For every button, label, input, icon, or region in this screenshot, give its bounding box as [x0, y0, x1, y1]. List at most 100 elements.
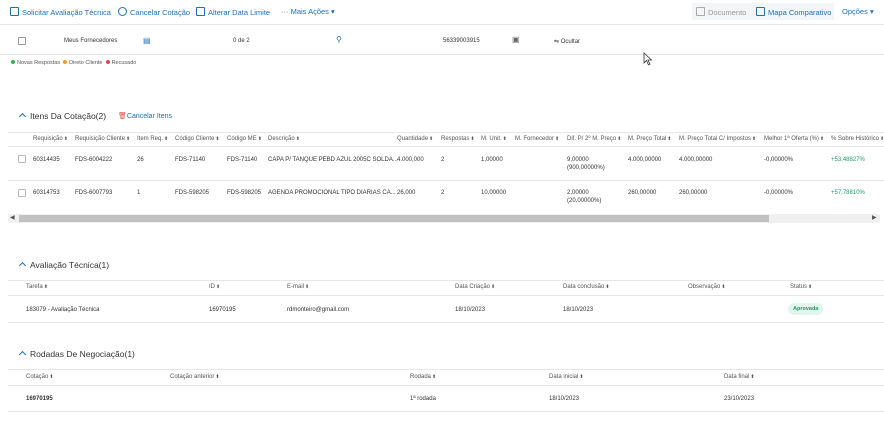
- col-cotacao[interactable]: Cotação⬍: [26, 374, 54, 380]
- descricao: AGENDA PROMOCIONAL TIPO DIARIAS CA...: [268, 190, 396, 196]
- m-preco-total-impostos: 260,00000: [679, 190, 708, 196]
- dif-preco-pct: (20,00000%): [567, 198, 602, 204]
- data-criacao: 18/10/2023: [455, 307, 486, 313]
- col-observacao[interactable]: Observação⬍: [688, 284, 726, 290]
- item-req: 1: [137, 190, 141, 196]
- mouse-cursor-icon: [643, 52, 653, 66]
- m-preco-total: 260,00000: [628, 190, 657, 196]
- recusado-dot-icon: [105, 60, 110, 64]
- row-checkbox[interactable]: [18, 189, 26, 199]
- requisicao-cliente-link[interactable]: FDS-6004222: [75, 157, 112, 163]
- col-dif-preco[interactable]: Dif. P/ 2º M. Preço⬍: [567, 136, 621, 142]
- scroll-right-icon[interactable]: ▶: [872, 214, 877, 221]
- col-descricao[interactable]: Descrição⬍: [268, 136, 300, 142]
- caret-down-icon: ▾: [867, 7, 874, 16]
- caret-down-icon: ▾: [328, 7, 335, 16]
- divider: [8, 385, 884, 386]
- row-checkbox[interactable]: [18, 155, 26, 165]
- table-row[interactable]: [8, 181, 884, 211]
- codigo-me: FDS-71140: [227, 157, 258, 163]
- hide-icon: ⇋: [554, 39, 561, 45]
- requisicao-cliente-link[interactable]: FDS-6007793: [75, 190, 112, 196]
- email: rdmonteiro@gmail.com: [287, 307, 350, 313]
- col-data-final[interactable]: Data final⬍: [724, 374, 755, 380]
- map-icon: [756, 7, 765, 16]
- alterar-data-button[interactable]: Alterar Data Limite: [196, 7, 270, 17]
- col-m-unit[interactable]: M. Unit.⬍: [481, 136, 507, 142]
- col-tarefa[interactable]: Tarefa⬍: [26, 284, 48, 290]
- cotacao-number: 16970195: [26, 396, 53, 402]
- table-row[interactable]: [8, 147, 884, 179]
- codigo-cliente: FDS-71140: [175, 157, 206, 163]
- col-requisicao[interactable]: Requisição⬍: [33, 136, 68, 142]
- quantidade: 4.000,000: [397, 157, 424, 163]
- trash-icon: 🗑: [118, 113, 127, 120]
- itens-section-title[interactable]: Itens Da Cotação(2): [18, 111, 106, 121]
- dif-preco-pct: (900,00000%): [567, 165, 605, 171]
- avaliacao-id: 16970195: [209, 307, 236, 313]
- image-icon[interactable]: ▣: [512, 35, 520, 44]
- ocultar-link[interactable]: ⇋ Ocultar: [554, 38, 580, 45]
- mapa-comparativo-button[interactable]: Mapa Comparativo: [756, 7, 831, 17]
- calendar-icon: [196, 7, 205, 16]
- divider: [0, 54, 884, 55]
- col-rodada[interactable]: Rodada⬍: [410, 374, 436, 380]
- opcoes-button[interactable]: Opções ▾: [842, 7, 874, 16]
- document-icon: [696, 7, 705, 16]
- cancelar-itens-button[interactable]: 🗑Cancelar Itens: [118, 112, 172, 120]
- col-data-criacao[interactable]: Data Criação⬍: [455, 284, 495, 290]
- col-id[interactable]: ID⬍: [209, 284, 220, 290]
- rodadas-section-title[interactable]: Rodadas De Negociação(1): [18, 349, 135, 359]
- m-unit: 1,00000: [481, 157, 503, 163]
- chevron-up-icon: [18, 350, 27, 359]
- col-codigo-cliente[interactable]: Código Cliente⬍: [175, 136, 220, 142]
- col-codigo-me[interactable]: Código ME⬍: [227, 136, 262, 142]
- col-sobre-historico[interactable]: % Sobre Histórico⬍: [831, 136, 884, 142]
- requisicao-link[interactable]: 60314753: [33, 190, 60, 196]
- m-preco-total: 4.000,00000: [628, 157, 662, 163]
- cancelar-cotacao-button[interactable]: Cancelar Cotação: [118, 7, 190, 17]
- toolbar: Solicitar Avaliação Técnica Cancelar Cot…: [0, 0, 884, 25]
- col-data-inicial[interactable]: Data inicial⬍: [549, 374, 584, 380]
- rodada: 1ª rodada: [410, 396, 436, 402]
- novas-dot-icon: [11, 60, 15, 64]
- data-inicial: 18/10/2023: [549, 396, 580, 402]
- melhor-oferta: -0,00000%: [764, 190, 794, 196]
- col-m-preco-total-impostos[interactable]: M. Preço Total C/ Impostos⬍: [679, 136, 756, 142]
- divider: [8, 322, 884, 323]
- avaliacao-section-title[interactable]: Avaliação Técnica(1): [18, 260, 109, 270]
- col-cotacao-anterior[interactable]: Cotação anterior⬍: [170, 374, 220, 380]
- chevron-up-icon: [18, 261, 27, 270]
- col-m-fornecedor[interactable]: M. Fornecedor⬍: [515, 136, 559, 142]
- col-email[interactable]: E-mail⬍: [287, 284, 309, 290]
- col-m-preco-total[interactable]: M. Preço Total⬍: [628, 136, 671, 142]
- sobre-historico: +53,48827%: [831, 157, 865, 163]
- col-status[interactable]: Status⬍: [790, 284, 812, 290]
- supplier-label: Meus Fornecedores: [64, 38, 118, 44]
- melhor-oferta: -0,00000%: [764, 157, 794, 163]
- respostas: 2: [441, 157, 445, 163]
- supplier-count: 0 de 2: [233, 38, 250, 44]
- col-data-conclusao[interactable]: Data conclusão⬍: [563, 284, 610, 290]
- solicitar-avaliacao-button[interactable]: Solicitar Avaliação Técnica: [10, 7, 111, 17]
- dif-preco: 9,00000: [567, 157, 589, 163]
- supplier-number: 56339003915: [443, 38, 480, 44]
- m-unit: 10,00000: [481, 190, 507, 196]
- document-icon[interactable]: ▤: [143, 36, 151, 45]
- attachment-icon[interactable]: ⚲: [336, 35, 342, 44]
- requisicao-link[interactable]: 60314435: [33, 157, 60, 163]
- data-conclusao: 18/10/2023: [563, 307, 594, 313]
- col-melhor-oferta[interactable]: Melhor 1ª Oferta (%)⬍: [764, 136, 824, 142]
- col-respostas[interactable]: Respostas⬍: [441, 136, 475, 142]
- col-item-req[interactable]: Item Req.⬍: [137, 136, 168, 142]
- documento-button[interactable]: Documento: [696, 7, 746, 17]
- col-requisicao-cliente[interactable]: Requisição Cliente⬍: [75, 136, 130, 142]
- col-quantidade[interactable]: Quantidade⬍: [397, 136, 433, 142]
- respostas: 2: [441, 190, 445, 196]
- descricao: CAPA P/ TANQUE PEBD AZUL 2005C SOLDA...: [268, 157, 398, 163]
- scroll-left-icon[interactable]: ◀: [10, 214, 15, 221]
- more-dots-icon: ···: [281, 7, 291, 16]
- mais-acoes-button[interactable]: ··· Mais Ações ▾: [281, 7, 335, 16]
- supplier-checkbox[interactable]: [18, 37, 26, 47]
- scrollbar-thumb[interactable]: [19, 215, 769, 222]
